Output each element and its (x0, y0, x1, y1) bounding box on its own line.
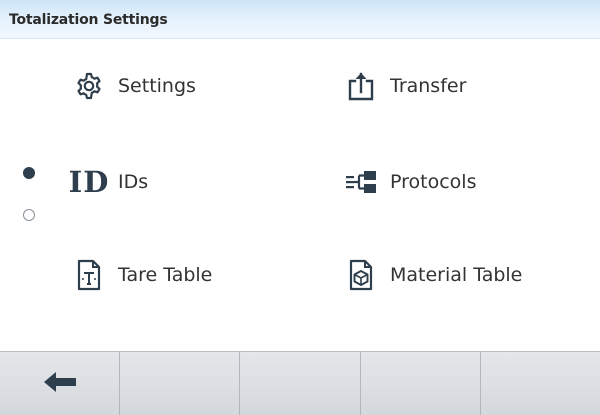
menu-item-label: Settings (118, 75, 196, 97)
menu-item-label: Tare Table (118, 264, 213, 286)
id-icon: ID (69, 165, 109, 199)
softkey-3[interactable] (240, 352, 361, 415)
softkey-5[interactable] (481, 352, 600, 415)
menu-item-material-table[interactable]: Material Table (344, 253, 522, 297)
menu-item-ids[interactable]: ID IDs (69, 160, 149, 204)
transfer-icon (344, 69, 378, 103)
menu-item-tare-table[interactable]: Tare Table (72, 253, 212, 297)
page-title: Totalization Settings (9, 12, 168, 28)
menu-item-label: Transfer (390, 75, 467, 97)
page-indicator-active[interactable] (23, 167, 35, 179)
menu-content: Settings Transfer ID IDs Protocols Tare … (0, 40, 600, 351)
menu-item-label: IDs (118, 171, 149, 193)
menu-item-label: Material Table (390, 264, 523, 286)
title-bar: Totalization Settings (0, 0, 600, 39)
tare-table-icon (72, 258, 106, 292)
material-table-icon (344, 258, 378, 292)
screen: Totalization Settings Settings Transfer … (0, 0, 600, 415)
back-button[interactable] (0, 352, 121, 415)
id-icon-text: ID (68, 164, 110, 199)
gear-icon (72, 69, 106, 103)
page-indicator-inactive[interactable] (23, 209, 35, 221)
menu-item-label: Protocols (390, 171, 477, 193)
menu-item-settings[interactable]: Settings (72, 64, 196, 108)
back-arrow-icon (42, 370, 78, 398)
softkey-2[interactable] (120, 352, 241, 415)
protocols-icon (344, 165, 378, 199)
softkey-bar (0, 351, 600, 415)
softkey-4[interactable] (361, 352, 481, 415)
menu-item-protocols[interactable]: Protocols (344, 160, 476, 204)
menu-item-transfer[interactable]: Transfer (344, 64, 466, 108)
